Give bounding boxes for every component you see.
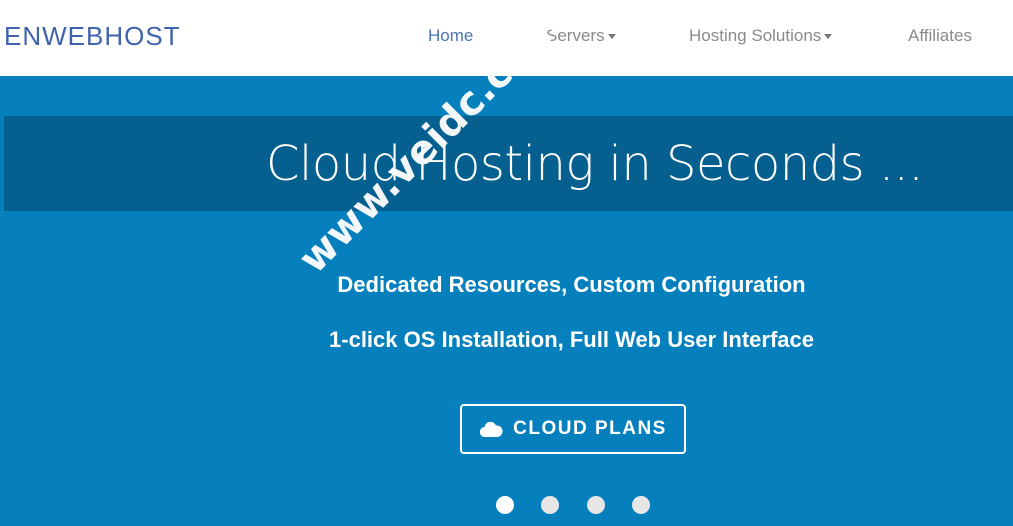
nav-item-servers[interactable]: Servers [546, 26, 616, 46]
top-navbar: ENWEBHOST Home Servers Hosting Solutions… [0, 0, 1013, 76]
slider-dot-2[interactable] [541, 496, 559, 514]
site-logo[interactable]: ENWEBHOST [4, 21, 181, 52]
nav-item-label: Home [428, 26, 474, 45]
slider-dot-4[interactable] [632, 496, 650, 514]
nav-item-label: Servers [546, 26, 605, 45]
caret-down-icon [824, 34, 833, 40]
feature-line-1: Dedicated Resources, Custom Configuratio… [337, 272, 806, 297]
feature-line-2: 1-click OS Installation, Full Web User I… [329, 327, 814, 352]
nav-item-home[interactable]: Home [428, 26, 473, 46]
slider-dot-1[interactable] [496, 496, 514, 514]
cloud-plans-button[interactable]: CLOUD PLANS [460, 404, 686, 454]
cloud-plans-label: CLOUD PLANS [513, 418, 667, 439]
nav-item-hosting-solutions[interactable]: Hosting Solutions [689, 26, 833, 46]
cloud-icon [479, 421, 503, 437]
hero-title: Cloud Hosting in Seconds ... [266, 136, 924, 192]
slider-dot-3[interactable] [587, 496, 605, 514]
hero-banner: Cloud Hosting in Seconds ... [4, 116, 1013, 211]
nav-item-label: Affiliates [908, 26, 972, 45]
nav-item-label: Hosting Solutions [689, 26, 822, 45]
caret-down-icon [607, 34, 616, 40]
nav-item-affiliates[interactable]: Affiliates [908, 26, 972, 46]
hero-slider: Cloud Hosting in Seconds ... Dedicated R… [0, 76, 1013, 526]
